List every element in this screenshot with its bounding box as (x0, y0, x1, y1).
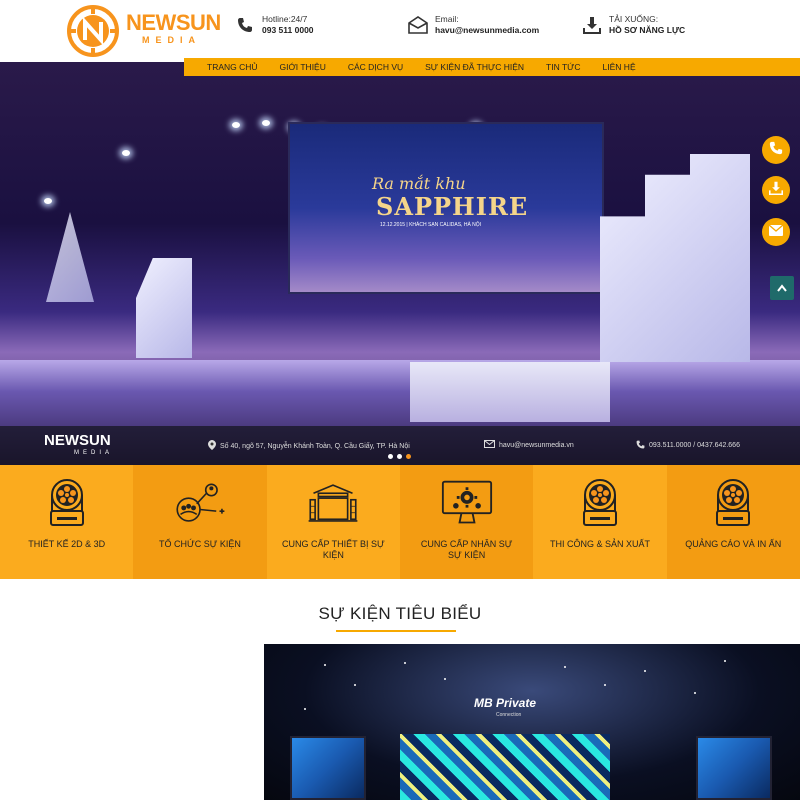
nav-item-contact[interactable]: LIÊN HỆ (592, 58, 647, 76)
logo-mark-icon (67, 5, 119, 57)
service-card[interactable]: CUNG CẤP THIẾT BỊ SỰ KIỆN (266, 465, 400, 579)
scroll-top-button[interactable] (770, 276, 794, 300)
service-card[interactable]: THI CÔNG & SẢN XUẤT (533, 465, 667, 579)
service-label: CUNG CẤP NHÂN SỰ SỰ KIỆN (420, 539, 513, 560)
center-led-wall (400, 734, 610, 800)
stage-sparkle (564, 666, 566, 668)
service-label: QUẢNG CÁO VÀ IN ẤN (685, 539, 782, 549)
stage-sparkle (724, 660, 726, 662)
event-subtitle: Connection (496, 712, 522, 718)
featured-event-image[interactable]: MB Private Connection (264, 644, 800, 800)
stage-sparkle (404, 662, 406, 664)
hero-bar-phone: 093.511.0000 / 0437.642.666 (636, 440, 740, 451)
service-label: THIẾT KẾ 2D & 3D (28, 539, 106, 549)
nav-item-home[interactable]: TRANG CHỦ (196, 58, 269, 76)
slider-dots (388, 454, 411, 459)
hero-slider[interactable]: Ra mắt khu SAPPHIRE 12.12.2015 | KHÁCH S… (0, 62, 800, 465)
nav-item-events[interactable]: SỰ KIỆN ĐÃ THỰC HIỆN (414, 58, 535, 76)
logo-text: NEWSUN (126, 10, 221, 35)
title-underline (336, 630, 456, 632)
moving-head-light-icon (41, 477, 93, 529)
download-label: TẢI XUỐNG: (609, 14, 659, 24)
hotline-label: Hotline:24/7 (262, 14, 308, 24)
site-logo[interactable]: NEWSUN MEDIA (66, 4, 221, 57)
stage-light (122, 150, 130, 156)
event-title: MB Private (474, 696, 537, 710)
chevron-up-icon (777, 279, 787, 297)
hero-bar-address-text: Số 40, ngõ 57, Nguyễn Khánh Toàn, Q. Cầu… (220, 442, 410, 450)
site-header: NEWSUN MEDIA Hotline:24/7 093 511 0000 E… (0, 0, 800, 62)
stage-prop (600, 154, 750, 362)
email-label: Email: (435, 14, 459, 24)
download-value: HỒ SƠ NĂNG LỰC (609, 25, 686, 35)
hotline-contact[interactable]: Hotline:24/7 093 511 0000 (235, 14, 314, 36)
stage-sparkle (304, 708, 306, 710)
hero-screen-line3: 12.12.2015 | KHÁCH SẠN CALIDAS, HÀ NỘI (380, 222, 482, 228)
stage-light (262, 120, 270, 126)
call-float-button[interactable] (762, 136, 790, 164)
nav-item-about[interactable]: GIỚI THIỆU (269, 58, 337, 76)
side-led-screen (696, 736, 772, 800)
email-contact[interactable]: Email: havu@newsunmedia.com (408, 14, 539, 36)
nav-item-news[interactable]: TIN TỨC (535, 58, 592, 76)
stage-sparkle (694, 692, 696, 694)
hero-screen-line2: SAPPHIRE (376, 192, 529, 221)
stage-light (44, 198, 52, 204)
service-label: CUNG CẤP THIẾT BỊ SỰ KIỆN (281, 539, 385, 560)
download-float-button[interactable] (762, 176, 790, 204)
phone-icon (235, 15, 255, 35)
slider-dot-active[interactable] (406, 454, 411, 459)
service-card[interactable]: TỔ CHỨC SỰ KIỆN (133, 465, 267, 579)
envelope-icon (408, 15, 428, 35)
hero-bar-logo-sub: MEDIA (74, 450, 114, 456)
stage-prop (136, 258, 192, 358)
service-card[interactable]: CUNG CẤP NHÂN SỰ SỰ KIỆN (399, 465, 534, 579)
service-card[interactable]: THIẾT KẾ 2D & 3D (0, 465, 134, 579)
stage-sparkle (354, 684, 356, 686)
hero-bar-email: havu@newsunmedia.vn (484, 440, 574, 450)
stage-sparkle (604, 684, 606, 686)
stage-truss-icon (307, 477, 359, 529)
envelope-icon (768, 223, 784, 241)
hero-info-bar: NEWSUN MEDIA Số 40, ngõ 57, Nguyễn Khánh… (0, 426, 800, 465)
logo-subtext: MEDIA (142, 35, 201, 45)
main-nav: TRANG CHỦ GIỚI THIỆU CÁC DỊCH VỤ SỰ KIỆN… (184, 58, 800, 76)
download-icon (769, 181, 783, 200)
side-led-screen (290, 736, 366, 800)
service-card[interactable]: QUẢNG CÁO VÀ IN ẤN (666, 465, 800, 579)
stage-steps (410, 362, 610, 422)
hero-bar-email-text: havu@newsunmedia.vn (499, 441, 574, 449)
phone-icon (636, 440, 645, 451)
slider-dot[interactable] (397, 454, 402, 459)
page: NEWSUN MEDIA Hotline:24/7 093 511 0000 E… (0, 0, 800, 800)
map-pin-icon (208, 440, 216, 452)
services-row: THIẾT KẾ 2D & 3D TỔ CHỨC SỰ KIỆN CUNG CẤ… (0, 465, 800, 579)
hero-bar-phone-text: 093.511.0000 / 0437.642.666 (649, 442, 740, 449)
service-label: THI CÔNG & SẢN XUẤT (549, 539, 650, 549)
stage-sparkle (324, 664, 326, 666)
hotline-value: 093 511 0000 (262, 25, 314, 35)
email-float-button[interactable] (762, 218, 790, 246)
stage-light (232, 122, 240, 128)
stage-prop (46, 212, 94, 302)
team-network-icon (174, 477, 226, 529)
envelope-icon (484, 440, 495, 450)
stage-sparkle (644, 670, 646, 672)
service-label: TỔ CHỨC SỰ KIỆN (159, 539, 241, 549)
hero-bar-logo: NEWSUN (44, 432, 111, 449)
monitor-gear-icon (441, 477, 493, 529)
phone-icon (769, 141, 783, 160)
email-value: havu@newsunmedia.com (435, 25, 540, 35)
moving-head-light-icon (707, 477, 759, 529)
slider-dot[interactable] (388, 454, 393, 459)
stage-sparkle (444, 678, 446, 680)
hero-screen-line1: Ra mắt khu (372, 174, 466, 193)
featured-section-title: SỰ KIỆN TIÊU BIỂU (318, 604, 482, 623)
nav-item-services[interactable]: CÁC DỊCH VỤ (337, 58, 414, 76)
download-icon (582, 15, 602, 35)
moving-head-light-icon (574, 477, 626, 529)
download-profile-link[interactable]: TẢI XUỐNG: HỒ SƠ NĂNG LỰC (582, 14, 685, 36)
hero-bar-address: Số 40, ngõ 57, Nguyễn Khánh Toàn, Q. Cầu… (208, 440, 410, 452)
